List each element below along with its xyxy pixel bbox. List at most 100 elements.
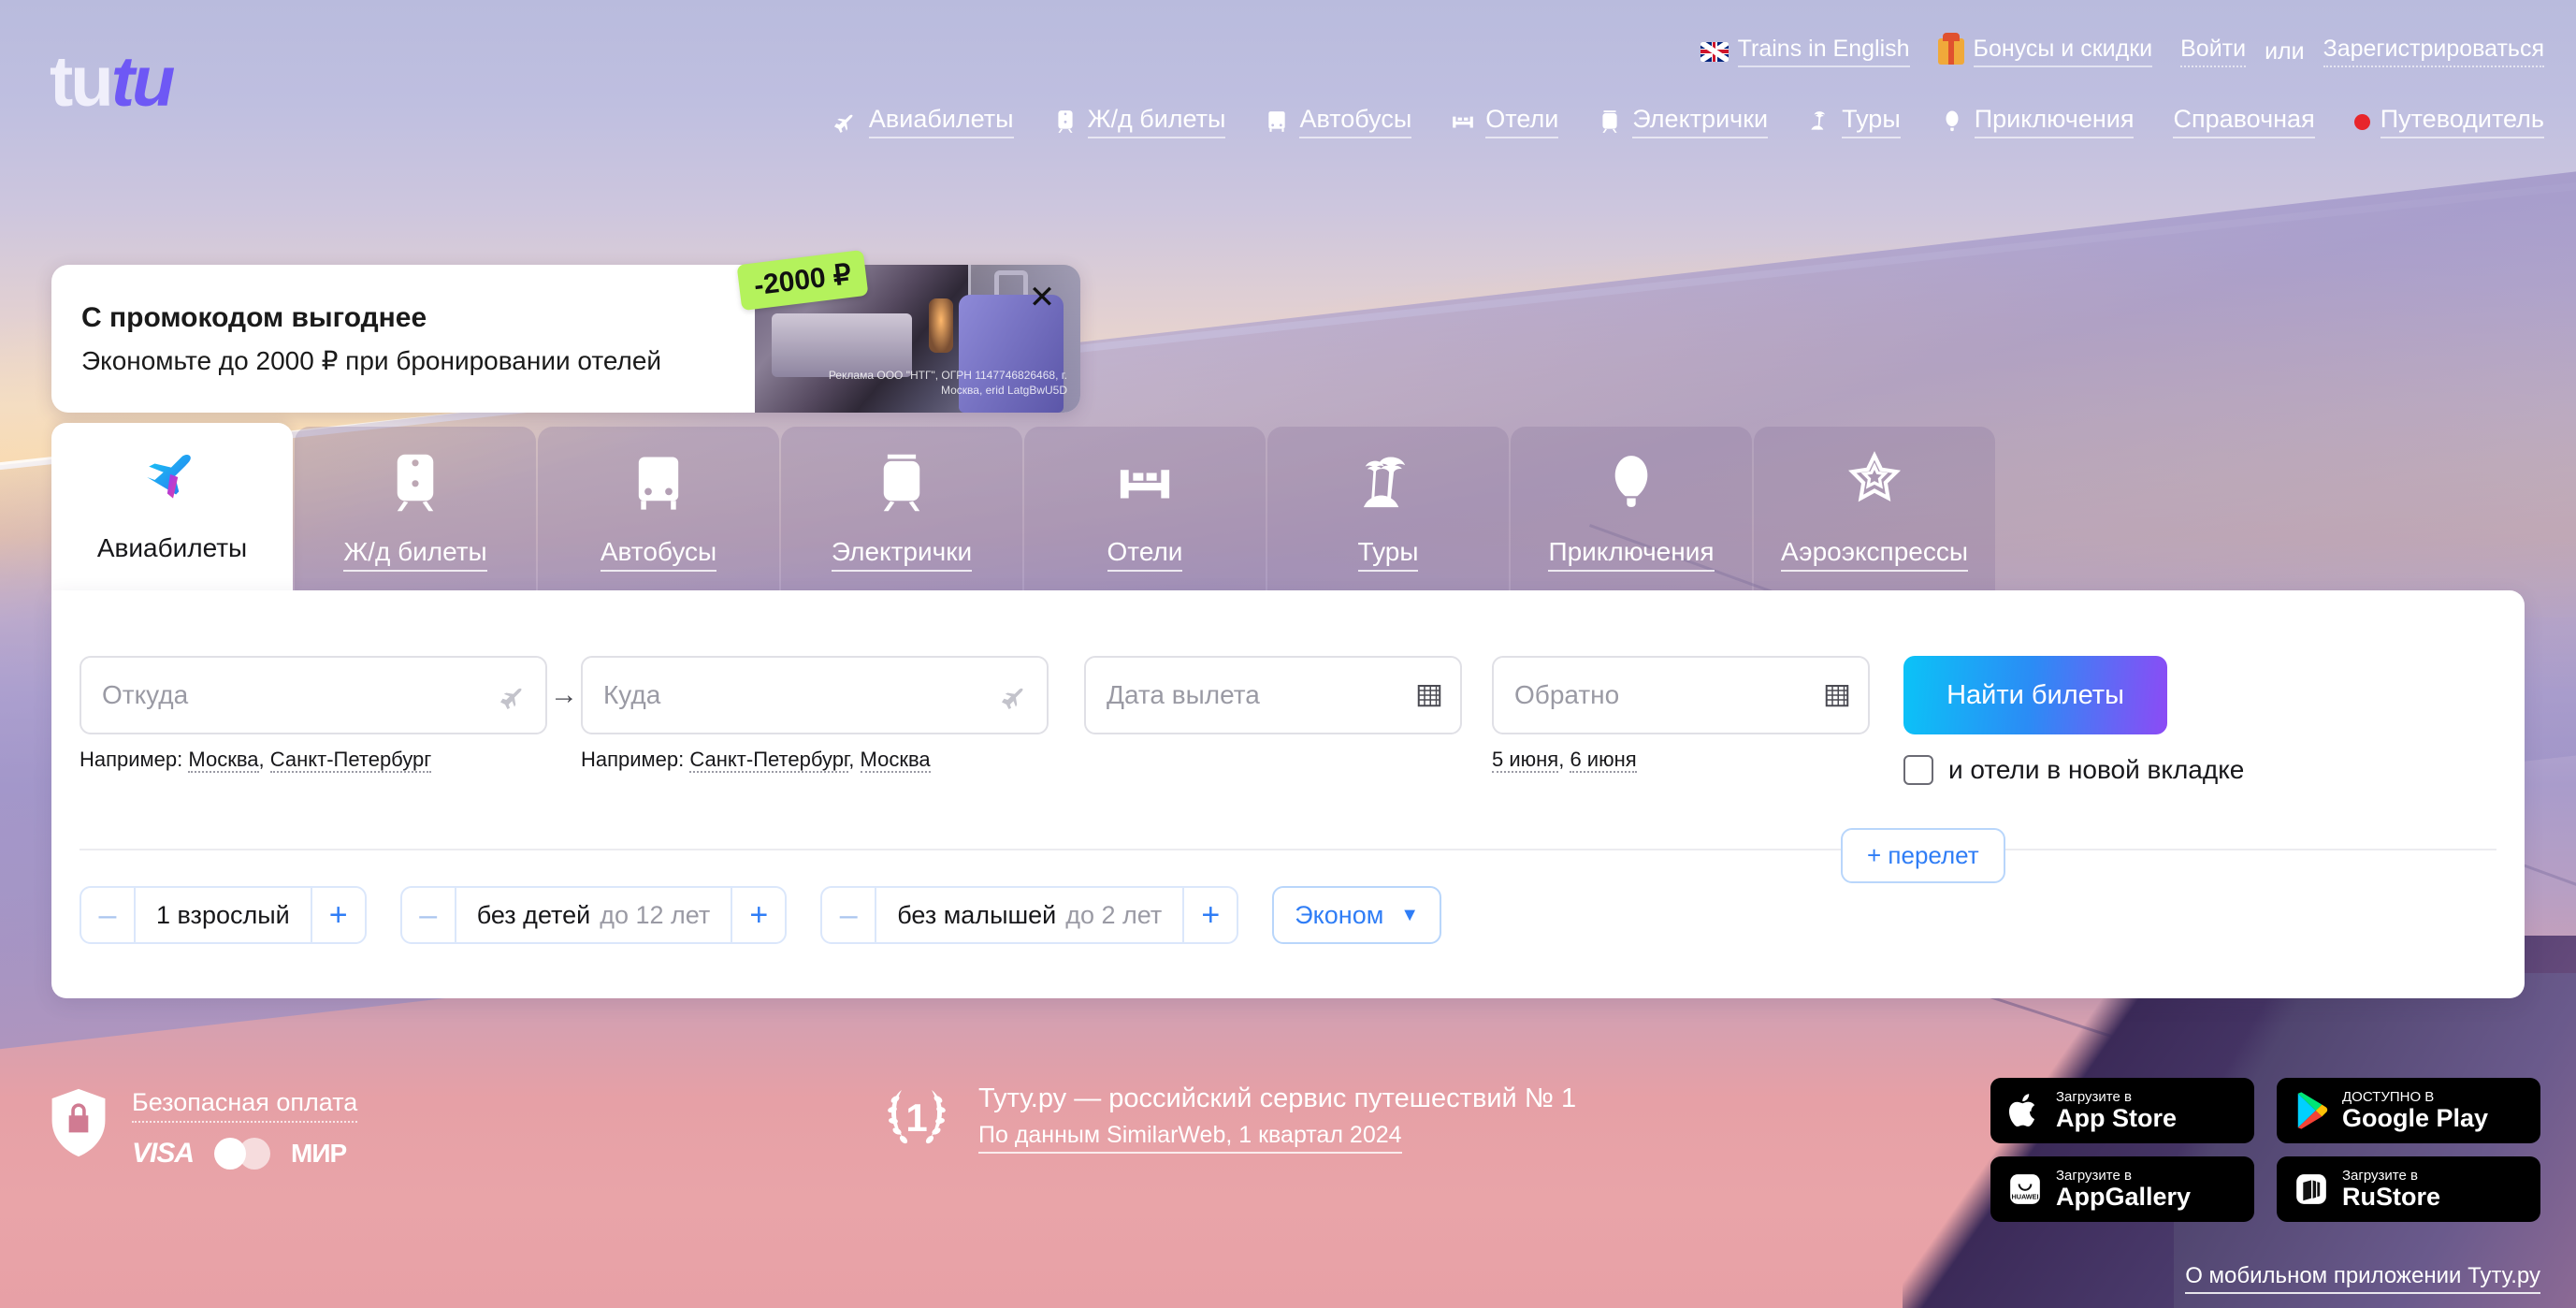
- hotels-checkbox-row[interactable]: и отели в новой вкладке: [1903, 755, 2244, 785]
- rank-source-link[interactable]: По данным SimilarWeb, 1 квартал 2024: [978, 1122, 1402, 1154]
- date-hint-2[interactable]: 6 июня: [1570, 748, 1637, 773]
- return-date-input[interactable]: Обратно: [1492, 656, 1870, 734]
- nav-item-train-tickets[interactable]: Ж/д билеты: [1053, 105, 1226, 138]
- mobile-app-link[interactable]: О мобильном приложении Туту.ру: [2185, 1263, 2540, 1294]
- nav-label: Туры: [1842, 105, 1901, 138]
- gift-icon: [1937, 33, 1964, 65]
- tab-buses[interactable]: Автобусы: [538, 427, 779, 593]
- departure-date-input[interactable]: Дата вылета: [1084, 656, 1462, 734]
- depart-date-group: Дата вылета: [1084, 656, 1462, 734]
- rank-number: 1: [905, 1096, 928, 1140]
- origin-hint: Например: Москва, Санкт-Петербург: [80, 748, 547, 773]
- infants-stepper[interactable]: – без малышей до 2 лет +: [820, 886, 1239, 944]
- date-hint-comma: ,: [1558, 748, 1565, 771]
- secure-payment-title[interactable]: Безопасная оплата: [132, 1088, 358, 1123]
- rustore-big-label: RuStore: [2342, 1182, 2441, 1211]
- appgallery-text: Загрузите в AppGallery: [2056, 1169, 2191, 1210]
- children-age-note: до 12 лет: [600, 900, 711, 929]
- children-decrement-button[interactable]: –: [402, 888, 455, 942]
- infants-decrement-button[interactable]: –: [822, 888, 875, 942]
- svg-text:HUAWEI: HUAWEI: [2011, 1192, 2038, 1200]
- tab-label: Туры: [1357, 537, 1419, 572]
- origin-input[interactable]: Откуда: [80, 656, 547, 734]
- app-store-button[interactable]: Загрузите в App Store: [1990, 1078, 2254, 1143]
- bus-icon: [638, 457, 679, 510]
- tab-label: Автобусы: [600, 537, 717, 572]
- tab-train-tickets[interactable]: Ж/д билеты: [295, 427, 536, 593]
- nav-item-hotels[interactable]: Отели: [1451, 105, 1559, 138]
- suburban-train-icon: [1602, 110, 1617, 133]
- rank-block: 1 Туту.ру — российский сервис путешестви…: [879, 1081, 1576, 1155]
- nav-item-tours[interactable]: Туры: [1807, 105, 1901, 138]
- children-stepper[interactable]: – без детей до 12 лет +: [399, 886, 788, 944]
- bonuses-label: Бонусы и скидки: [1973, 36, 2153, 67]
- red-dot-icon: [2353, 113, 2370, 130]
- balloon-icon: [1946, 110, 1959, 132]
- laurel-wreath-icon: 1: [879, 1081, 954, 1155]
- adults-increment-button[interactable]: +: [312, 888, 365, 942]
- adults-value-text: 1 взрослый: [156, 900, 290, 929]
- nav-item-help[interactable]: Справочная: [2173, 105, 2315, 138]
- adults-decrement-button[interactable]: –: [81, 888, 134, 942]
- nav-label: Авиабилеты: [868, 105, 1014, 138]
- nav-item-buses[interactable]: Автобусы: [1265, 105, 1412, 138]
- hotels-checkbox[interactable]: [1903, 755, 1933, 785]
- appgallery-button[interactable]: HUAWEI Загрузите в AppGallery: [1990, 1156, 2254, 1222]
- auth-or-text: или: [2265, 37, 2305, 65]
- nav-item-guide[interactable]: Путеводитель: [2353, 105, 2544, 138]
- tab-suburban[interactable]: Электрички: [781, 427, 1022, 593]
- nav-item-adventures[interactable]: Приключения: [1940, 105, 2135, 138]
- origin-hint-city-2[interactable]: Санкт-Петербург: [269, 748, 432, 773]
- nav-item-flights[interactable]: Авиабилеты: [833, 105, 1014, 138]
- shield-lock-icon: [51, 1088, 106, 1157]
- main-navigation: Авиабилеты Ж/д билеты Автобусы Отели Эле…: [0, 105, 2544, 138]
- promo-banner[interactable]: С промокодом выгоднее Экономьте до 2000 …: [51, 249, 1080, 413]
- infants-increment-button[interactable]: +: [1184, 888, 1237, 942]
- cabin-class-select[interactable]: Эконом ▼: [1272, 886, 1442, 944]
- search-fields-row: Откуда Например: Москва, Санкт-Петербург…: [80, 656, 2244, 785]
- children-increment-button[interactable]: +: [732, 888, 785, 942]
- destination-hint-city-1[interactable]: Санкт-Петербург: [689, 748, 849, 773]
- google-play-small-label: ДОСТУПНО В: [2342, 1088, 2435, 1105]
- promo-subtitle: Экономьте до 2000 ₽ при бронировании оте…: [81, 345, 662, 375]
- hotels-checkbox-label: и отели в новой вкладке: [1948, 755, 2245, 784]
- bonuses-link[interactable]: Бонусы и скидки: [1937, 33, 2153, 67]
- login-link[interactable]: Войти: [2180, 36, 2247, 67]
- return-date-placeholder: Обратно: [1514, 680, 1620, 709]
- palm-icon: [1363, 457, 1406, 508]
- register-link[interactable]: Зарегистрироваться: [2323, 36, 2544, 67]
- tab-flights[interactable]: Авиабилеты: [51, 423, 293, 593]
- panel-divider: [80, 849, 2496, 850]
- destination-input[interactable]: Куда: [581, 656, 1049, 734]
- train-icon: [1057, 110, 1073, 133]
- page-root: tutu Trains in English Бонусы и скидки В…: [0, 0, 2576, 1308]
- auth-group: Войти или Зарегистрироваться: [2180, 36, 2544, 67]
- destination-hint-city-2[interactable]: Москва: [860, 748, 931, 773]
- trains-in-english-link[interactable]: Trains in English: [1700, 36, 1910, 67]
- origin-hint-city-1[interactable]: Москва: [188, 748, 259, 773]
- tab-tours[interactable]: Туры: [1267, 427, 1509, 593]
- tab-aeroexpress[interactable]: Аэроэкспрессы: [1754, 427, 1995, 593]
- date-hint-1[interactable]: 5 июня: [1492, 748, 1559, 773]
- tab-label: Ж/д билеты: [343, 537, 487, 572]
- balloon-icon: [1614, 456, 1648, 507]
- search-button[interactable]: Найти билеты: [1903, 656, 2167, 734]
- nav-item-suburban[interactable]: Электрички: [1598, 105, 1769, 138]
- bed-icon: [1453, 116, 1474, 128]
- google-play-button[interactable]: ДОСТУПНО В Google Play: [2277, 1078, 2540, 1143]
- origin-hint-comma: ,: [258, 748, 265, 771]
- tab-label: Приключения: [1548, 537, 1715, 572]
- calendar-icon: [1417, 685, 1441, 707]
- plane-icon: [147, 454, 191, 499]
- uk-flag-icon: [1700, 41, 1729, 62]
- app-store-big-label: App Store: [2056, 1103, 2178, 1132]
- close-icon[interactable]: ✕: [1024, 280, 1060, 315]
- promo-title: С промокодом выгоднее: [81, 301, 427, 333]
- rustore-button[interactable]: Загрузите в RuStore: [2277, 1156, 2540, 1222]
- tab-adventures[interactable]: Приключения: [1511, 427, 1752, 593]
- add-flight-button[interactable]: + перелет: [1841, 828, 2005, 883]
- adults-stepper[interactable]: – 1 взрослый +: [80, 886, 367, 944]
- destination-hint-comma: ,: [848, 748, 855, 771]
- nav-label: Ж/д билеты: [1087, 105, 1226, 138]
- tab-hotels[interactable]: Отели: [1024, 427, 1266, 593]
